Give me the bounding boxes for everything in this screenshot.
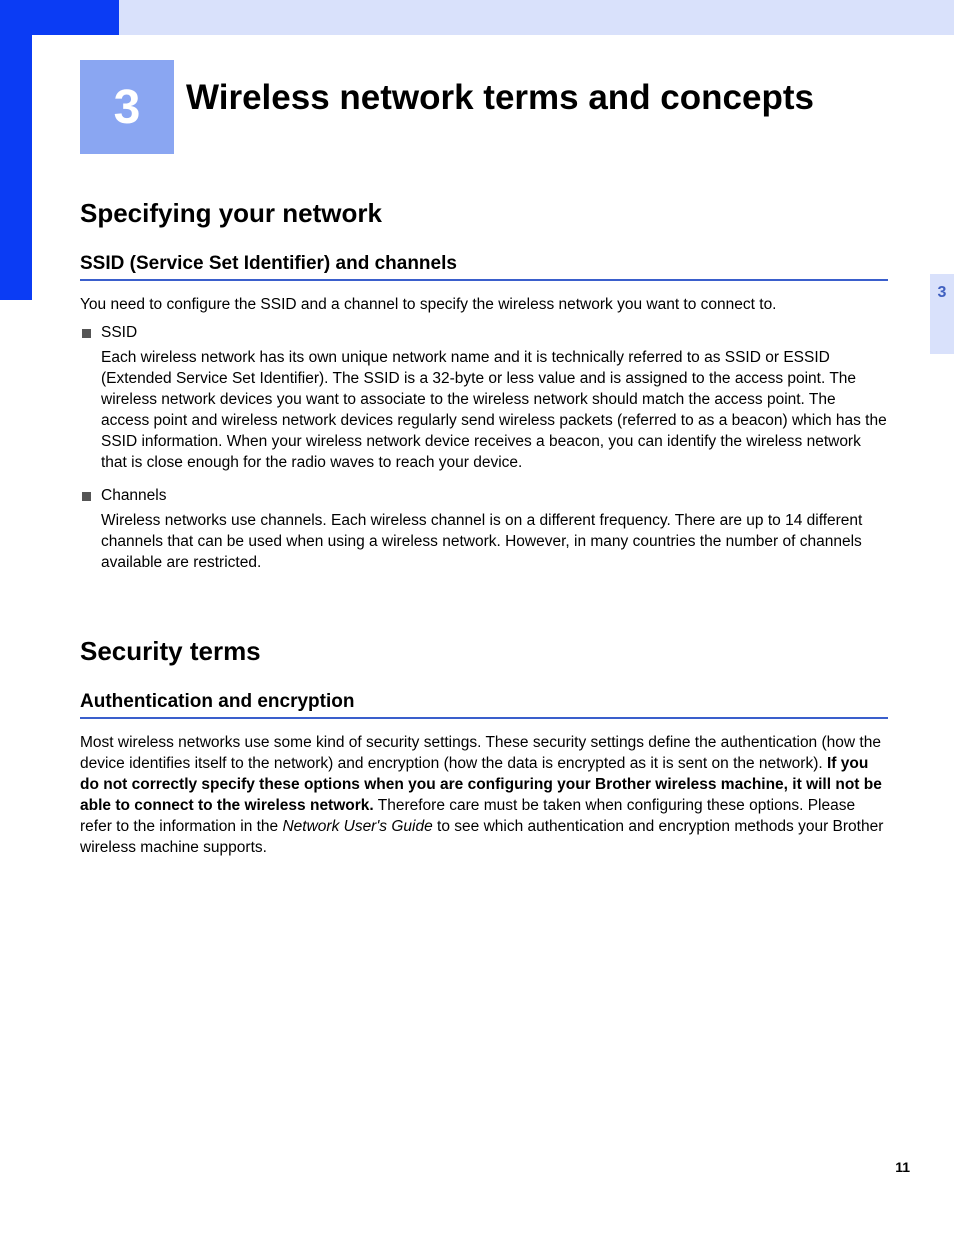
- subsection-heading-auth: Authentication and encryption: [80, 691, 888, 713]
- auth-paragraph: Most wireless networks use some kind of …: [80, 733, 888, 859]
- header-stripe-blue: [0, 0, 119, 35]
- chapter-number-block: 3: [80, 60, 174, 154]
- bullet-label-ssid: SSID: [101, 324, 137, 342]
- chapter-title: Wireless network terms and concepts: [186, 78, 814, 118]
- section-heading-specifying: Specifying your network: [80, 198, 888, 229]
- intro-paragraph: You need to configure the SSID and a cha…: [80, 295, 888, 316]
- page-number: 11: [895, 1159, 910, 1175]
- left-accent-bar: [0, 35, 32, 300]
- header-stripe-light: [119, 0, 954, 35]
- bullet-item-channels: Channels: [80, 487, 888, 505]
- side-tab-number: 3: [938, 284, 947, 302]
- square-bullet-icon: [82, 492, 91, 501]
- auth-text-italic: Network User's Guide: [282, 818, 432, 835]
- auth-text-pre: Most wireless networks use some kind of …: [80, 734, 881, 772]
- content-area: Specifying your network SSID (Service Se…: [80, 178, 888, 867]
- bullet-label-channels: Channels: [101, 487, 167, 505]
- bullet-body-channels: Wireless networks use channels. Each wir…: [101, 511, 888, 574]
- bullet-item-ssid: SSID: [80, 324, 888, 342]
- document-page: 3 Wireless network terms and concepts 3 …: [0, 0, 954, 1235]
- subsection-rule: [80, 717, 888, 719]
- bullet-body-ssid: Each wireless network has its own unique…: [101, 348, 888, 474]
- square-bullet-icon: [82, 329, 91, 338]
- chapter-number: 3: [114, 80, 141, 135]
- subsection-rule: [80, 279, 888, 281]
- section-heading-security: Security terms: [80, 636, 888, 667]
- side-tab: 3: [930, 274, 954, 354]
- subsection-heading-ssid: SSID (Service Set Identifier) and channe…: [80, 253, 888, 275]
